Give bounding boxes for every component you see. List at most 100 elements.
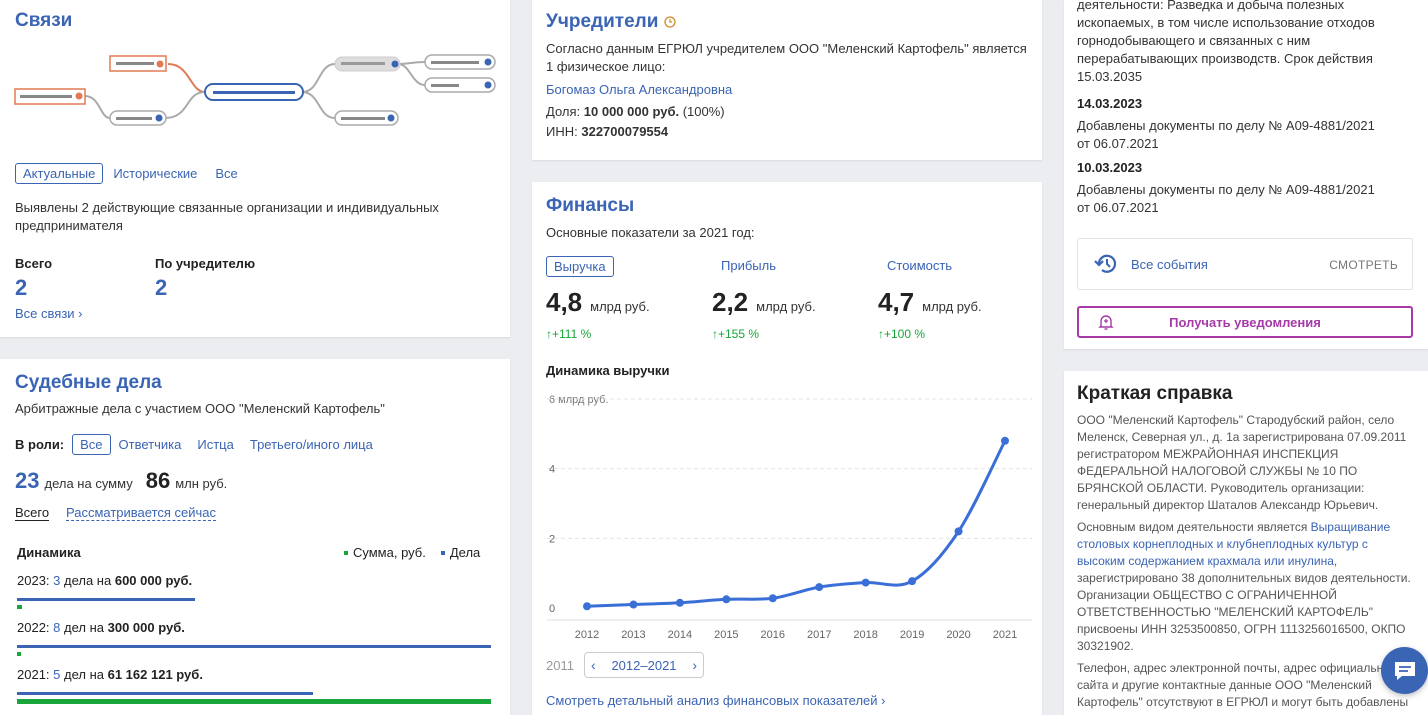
finance-subtitle: Основные показатели за 2021 год: bbox=[546, 225, 755, 240]
revenue-point bbox=[954, 527, 963, 536]
links-title: Связи bbox=[15, 10, 73, 31]
range-prev-arrow-icon[interactable]: ‹ bbox=[591, 657, 596, 673]
all-links-link[interactable]: Все связи › bbox=[15, 306, 82, 321]
legend-cases: Дела bbox=[449, 545, 481, 560]
summary-title: Краткая справка bbox=[1077, 383, 1233, 404]
role-plaintiff[interactable]: Истца bbox=[197, 437, 233, 452]
revenue-value: 4,8 bbox=[546, 287, 583, 317]
year-row[interactable]: 2023: 3 дела на 600 000 руб. bbox=[17, 573, 192, 588]
year-label: 2021: bbox=[17, 667, 54, 682]
year-amount: 600 000 руб. bbox=[114, 573, 193, 588]
revenue-point bbox=[1001, 436, 1009, 445]
finance-title: Финансы bbox=[546, 195, 635, 216]
finance-detail-link[interactable]: Смотреть детальный анализ финансовых пок… bbox=[546, 693, 885, 708]
metric-tab-profit[interactable]: Прибыль bbox=[721, 258, 776, 273]
year-row[interactable]: 2021: 5 дел на 61 162 121 руб. bbox=[17, 667, 203, 682]
x-tick-label: 2017 bbox=[807, 629, 831, 641]
filter-all[interactable]: Всего bbox=[15, 505, 50, 521]
events-top-text: деятельности: Разведка и добыча полезных… bbox=[1077, 0, 1375, 84]
event-date-1: 14.03.2023 bbox=[1077, 96, 1143, 111]
year-row[interactable]: 2022: 8 дел на 300 000 руб. bbox=[17, 620, 185, 635]
x-tick-label: 2018 bbox=[853, 629, 877, 641]
cases-sum: 86 bbox=[145, 468, 171, 493]
metric-tab-value[interactable]: Стоимость bbox=[887, 258, 952, 273]
cases-bar bbox=[17, 645, 491, 648]
role-label: В роли: bbox=[15, 437, 65, 452]
summary-p1: ООО "Меленский Картофель" Стародубский р… bbox=[1077, 413, 1407, 512]
year-count[interactable]: 5 bbox=[53, 667, 64, 682]
view-label: СМОТРЕТЬ bbox=[1329, 258, 1398, 272]
cases-count[interactable]: 23 bbox=[15, 468, 39, 494]
legend-sum-marker bbox=[344, 550, 348, 555]
legend-sum: Сумма, руб. bbox=[353, 545, 426, 560]
revenue-chart[interactable]: 6 млрд руб. 4 2 0 2012 2013 2014 2015 2016 2017 2… bbox=[532, 382, 1042, 647]
history-icon bbox=[1094, 254, 1117, 273]
legend-cases-marker bbox=[440, 550, 445, 555]
sum-bar bbox=[17, 699, 491, 704]
tab-all[interactable]: Все bbox=[215, 166, 237, 181]
role-third-party[interactable]: Третьего/иного лица bbox=[250, 437, 373, 452]
tab-historical[interactable]: Исторические bbox=[113, 166, 197, 181]
total-label: Всего bbox=[15, 256, 53, 271]
all-events-button[interactable]: Все события СМОТРЕТЬ bbox=[1077, 238, 1413, 290]
year-count-text: дел на bbox=[64, 620, 108, 635]
value-value: 4,7 bbox=[878, 287, 915, 317]
notify-label: Получать уведомления bbox=[1169, 315, 1321, 330]
value-unit: млрд руб. bbox=[922, 299, 982, 314]
revenue-point bbox=[675, 598, 684, 607]
cases-bar bbox=[17, 692, 314, 695]
x-tick-label: 2012 bbox=[575, 629, 599, 641]
summary-card: Краткая справка ООО "Меленский Картофель… bbox=[1064, 371, 1428, 715]
revenue-change: ↑+111 % bbox=[546, 327, 592, 341]
year-label: 2023: bbox=[17, 573, 54, 588]
range-label: 2012–2021 bbox=[611, 657, 677, 673]
chat-button[interactable] bbox=[1381, 647, 1428, 694]
revenue-point bbox=[768, 594, 777, 603]
event-text-2: Добавлены документы по делу № А09-4881/2… bbox=[1077, 182, 1375, 215]
sum-bar bbox=[17, 605, 22, 609]
revenue-point bbox=[722, 595, 731, 604]
y-tick-label: 2 bbox=[549, 533, 555, 545]
founder-label: По учредителю bbox=[155, 256, 256, 271]
x-tick-label: 2016 bbox=[761, 629, 785, 641]
revenue-unit: млрд руб. bbox=[590, 299, 650, 314]
founder-value[interactable]: 2 bbox=[155, 275, 167, 301]
total-value[interactable]: 2 bbox=[15, 275, 27, 301]
founder-person-link[interactable]: Богомаз Ольга Александровна bbox=[546, 82, 732, 97]
dynamics-label: Динамика bbox=[17, 545, 81, 560]
sum-bar bbox=[17, 652, 21, 656]
year-count[interactable]: 3 bbox=[53, 573, 64, 588]
range-selector[interactable]: ‹ 2012–2021 › bbox=[584, 652, 704, 678]
summary-p3: Телефон, адрес электронной почты, адрес … bbox=[1077, 661, 1409, 709]
revenue-point bbox=[815, 583, 824, 592]
inn-label: ИНН: bbox=[546, 124, 578, 139]
cases-sum-unit: млн руб. bbox=[175, 476, 228, 491]
clock-icon[interactable] bbox=[664, 16, 677, 28]
x-tick-label: 2019 bbox=[900, 629, 924, 641]
revenue-point bbox=[908, 577, 917, 586]
role-all[interactable]: Все bbox=[72, 434, 111, 455]
share-percent: (100%) bbox=[682, 104, 725, 119]
range-next-arrow-icon[interactable]: › bbox=[692, 657, 697, 673]
chart-title: Динамика выручки bbox=[546, 363, 670, 378]
x-tick-label: 2015 bbox=[714, 629, 738, 641]
x-tick-label: 2021 bbox=[993, 629, 1017, 641]
founders-card: Учредители Согласно данным ЕГРЮЛ учредит… bbox=[532, 0, 1042, 160]
summary-p2-pre: Основным видом деятельности является bbox=[1077, 520, 1311, 534]
revenue-point bbox=[861, 578, 870, 587]
filter-current[interactable]: Рассматривается сейчас bbox=[66, 505, 217, 521]
year-count-text: дела на bbox=[64, 573, 115, 588]
metric-tab-revenue[interactable]: Выручка bbox=[546, 256, 614, 277]
notify-button[interactable]: Получать уведомления bbox=[1077, 306, 1413, 338]
value-change: ↑+100 % bbox=[878, 327, 926, 341]
court-cases-card: Судебные дела Арбитражные дела с участие… bbox=[0, 359, 510, 715]
links-graph[interactable] bbox=[0, 40, 510, 140]
role-defendant[interactable]: Ответчика bbox=[119, 437, 182, 452]
inn-value: 322700079554 bbox=[581, 124, 669, 139]
event-text-1: Добавлены документы по делу № А09-4881/2… bbox=[1077, 118, 1375, 151]
range-prev[interactable]: 2011 bbox=[546, 658, 574, 673]
share-value: 10 000 000 руб. bbox=[583, 104, 680, 119]
tab-actual[interactable]: Актуальные bbox=[15, 163, 104, 184]
profit-unit: млрд руб. bbox=[756, 299, 816, 314]
year-count[interactable]: 8 bbox=[53, 620, 64, 635]
